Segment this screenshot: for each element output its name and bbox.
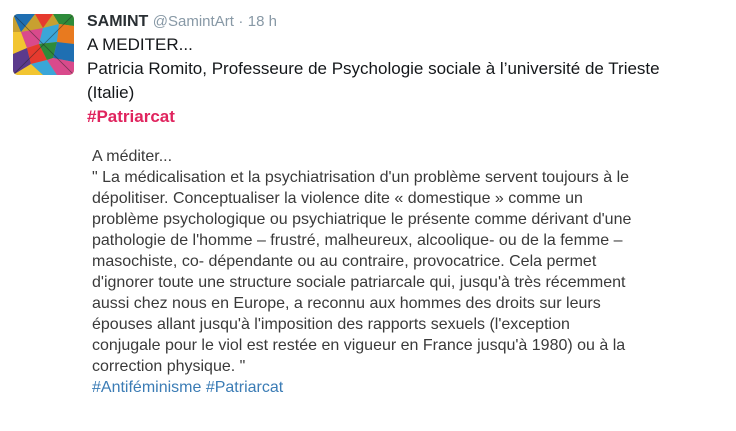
quote-line: masochiste, co- dépendante ou au contrai… xyxy=(92,253,597,270)
tweet-text-line: Patricia Romito, Professeure de Psycholo… xyxy=(87,59,660,78)
tweet-content: SAMINT @SamintArt · 18 h A MEDITER... Pa… xyxy=(87,11,727,129)
quote-line: problème psychologique ou psychiatrique … xyxy=(92,211,632,228)
quote-tag-antifeminisme: #Antiféminisme xyxy=(92,379,202,396)
quote-line: aussi chez nous en Europe, a reconnu aux… xyxy=(92,295,601,312)
quote-line: d'ignorer toute une structure sociale pa… xyxy=(92,274,626,291)
tweet-text: A MEDITER... Patricia Romito, Professeur… xyxy=(87,33,727,129)
quote-line: conjugale pour le viol est restée en vig… xyxy=(92,337,626,354)
quote-image[interactable]: A méditer... " La médicalisation et la p… xyxy=(92,146,732,398)
tweet: SAMINT @SamintArt · 18 h A MEDITER... Pa… xyxy=(0,0,736,431)
header-separator: · xyxy=(238,13,244,30)
quote-line: A méditer... xyxy=(92,148,173,165)
author-handle[interactable]: @SamintArt xyxy=(153,13,234,30)
quote-tag-patriarcat: #Patriarcat xyxy=(205,379,284,396)
tweet-header: SAMINT @SamintArt · 18 h xyxy=(87,11,727,33)
quote-tags: #Antiféminisme #Patriarcat xyxy=(92,377,732,398)
quote-line: épouses allant jusqu'à l'imposition des … xyxy=(92,316,570,333)
quote-line: correction physique. " xyxy=(92,358,246,375)
author-name[interactable]: SAMINT xyxy=(87,13,148,30)
tweet-text-line: (Italie) xyxy=(87,83,135,102)
hashtag-link[interactable]: #Patriarcat xyxy=(87,107,175,126)
tweet-text-line: A MEDITER... xyxy=(87,35,193,54)
avatar[interactable] xyxy=(13,14,74,75)
quote-line: pathologie de l'homme – frustré, malheur… xyxy=(92,232,623,249)
avatar-image xyxy=(13,14,74,75)
quote-line: " La médicalisation et la psychiatrisati… xyxy=(92,169,630,186)
tweet-timestamp[interactable]: 18 h xyxy=(248,13,277,30)
quote-line: dépolitiser. Conceptualiser la violence … xyxy=(92,190,583,207)
